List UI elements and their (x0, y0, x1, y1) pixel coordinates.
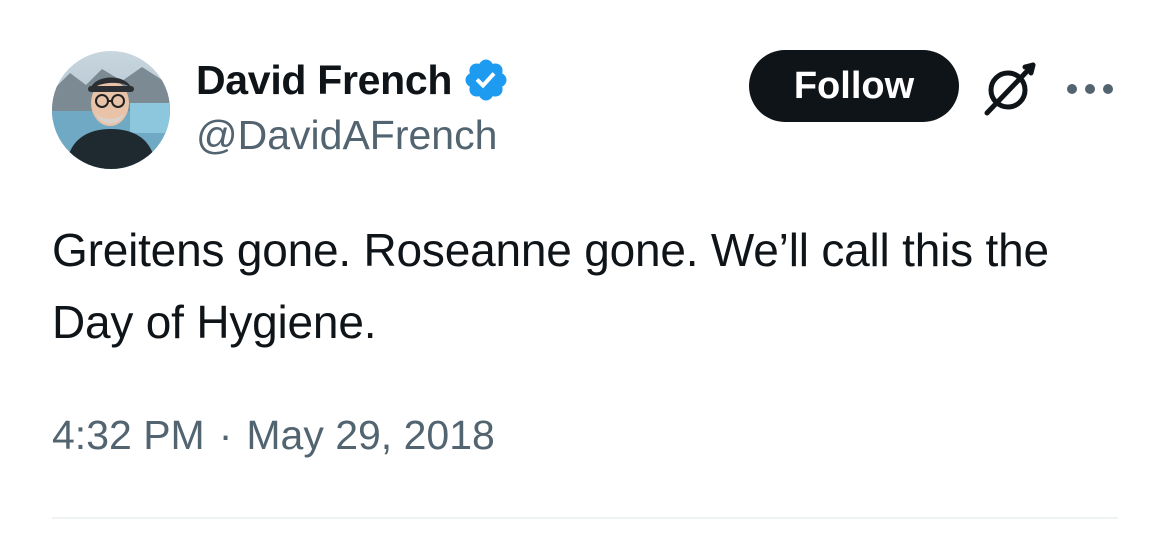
author-handle[interactable]: @DavidAFrench (196, 112, 497, 159)
avatar-image (52, 51, 170, 169)
grok-icon[interactable] (981, 59, 1039, 117)
author-name-row: David French (196, 52, 510, 108)
timestamp-separator: · (218, 412, 233, 458)
verified-badge-icon[interactable] (462, 56, 510, 104)
author-display-name[interactable]: David French (196, 57, 452, 104)
tweet-timestamp: 4:32 PM · May 29, 2018 (52, 412, 495, 459)
tweet-text: Greitens gone. Roseanne gone. We’ll call… (52, 224, 1049, 348)
tweet-time[interactable]: 4:32 PM (52, 412, 205, 459)
tweet-date[interactable]: May 29, 2018 (246, 412, 494, 459)
avatar[interactable] (52, 51, 170, 169)
follow-button[interactable]: Follow (749, 50, 959, 122)
divider (52, 517, 1118, 519)
more-icon[interactable] (1064, 74, 1116, 104)
tweet: David French @DavidAFrench Follow Greite… (0, 0, 1170, 534)
